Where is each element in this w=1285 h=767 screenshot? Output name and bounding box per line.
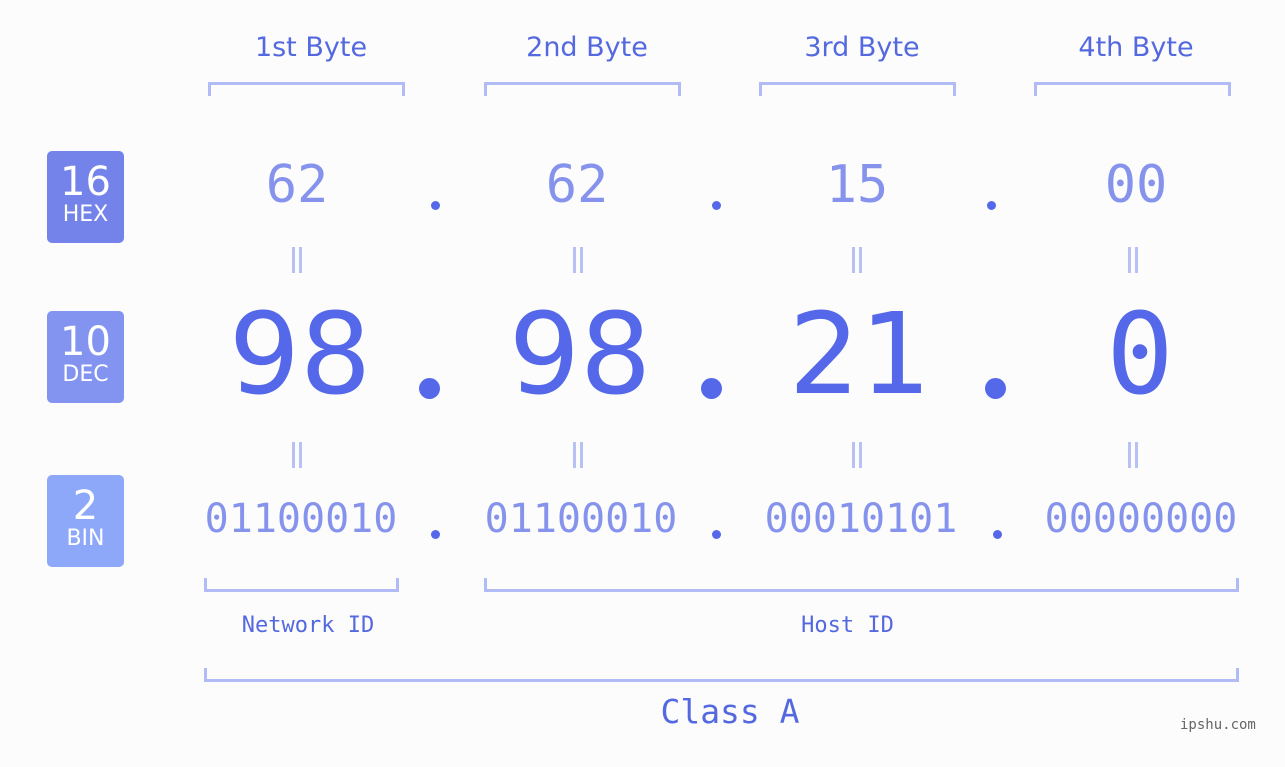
hex-base-label: HEX — [62, 202, 109, 227]
hex-octet-1: 62 — [265, 155, 329, 215]
hex-octet-4: 00 — [1104, 155, 1168, 215]
dec-base-number: 10 — [60, 319, 111, 365]
bin-separator-1 — [431, 530, 440, 539]
equals-icon — [852, 247, 862, 273]
host-id-bracket — [484, 578, 1239, 592]
bin-separator-2 — [712, 530, 721, 539]
byte-header-1: 1st Byte — [254, 32, 368, 63]
byte-header-2: 2nd Byte — [526, 32, 648, 63]
bin-octet-2: 01100010 — [484, 496, 678, 542]
bin-badge: 2 BIN — [47, 475, 124, 567]
equals-icon — [292, 442, 302, 468]
bin-octet-1: 01100010 — [204, 496, 398, 542]
watermark: ipshu.com — [1180, 717, 1256, 733]
class-bracket — [204, 668, 1239, 682]
hex-badge: 16 HEX — [47, 151, 124, 243]
dec-base-label: DEC — [62, 362, 109, 387]
network-id-label: Network ID — [241, 613, 375, 638]
hex-octet-3: 15 — [825, 155, 889, 215]
equals-icon — [573, 247, 583, 273]
dec-octet-4: 0 — [1106, 290, 1174, 420]
byte-bracket-2 — [484, 82, 681, 96]
bin-base-number: 2 — [72, 483, 99, 529]
dec-separator-1 — [419, 378, 440, 399]
bin-base-label: BIN — [66, 526, 105, 551]
byte-bracket-3 — [759, 82, 956, 96]
network-id-bracket — [204, 578, 399, 592]
equals-icon — [1128, 247, 1138, 273]
equals-icon — [573, 442, 583, 468]
bin-octet-3: 00010101 — [764, 496, 958, 542]
hex-separator-1 — [431, 201, 440, 210]
dec-octet-2: 98 — [508, 290, 652, 420]
dec-octet-3: 21 — [788, 290, 932, 420]
equals-icon — [292, 247, 302, 273]
hex-octet-2: 62 — [545, 155, 609, 215]
bin-octet-4: 00000000 — [1044, 496, 1238, 542]
dec-separator-2 — [701, 378, 722, 399]
byte-bracket-4 — [1034, 82, 1231, 96]
byte-header-4: 4th Byte — [1078, 32, 1194, 63]
equals-icon — [1128, 442, 1138, 468]
byte-header-3: 3rd Byte — [804, 32, 920, 63]
dec-separator-3 — [985, 378, 1006, 399]
equals-icon — [852, 442, 862, 468]
dec-badge: 10 DEC — [47, 311, 124, 403]
hex-base-number: 16 — [60, 159, 111, 205]
ip-class-label: Class A — [660, 692, 800, 731]
bin-separator-3 — [993, 530, 1002, 539]
host-id-label: Host ID — [801, 613, 894, 638]
byte-bracket-1 — [208, 82, 405, 96]
hex-separator-3 — [987, 201, 996, 210]
dec-octet-1: 98 — [228, 290, 372, 420]
hex-separator-2 — [712, 201, 721, 210]
